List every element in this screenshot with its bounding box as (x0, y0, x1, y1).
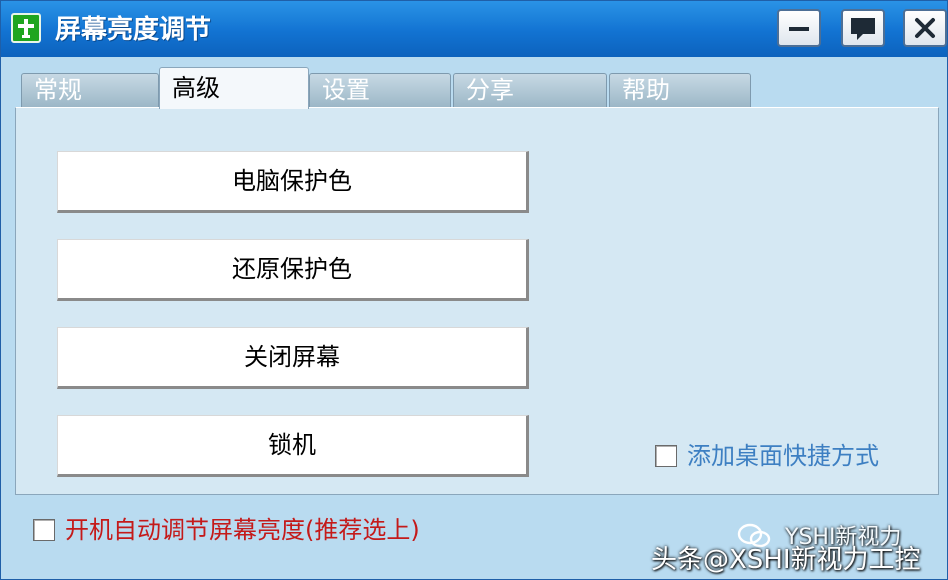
window-title: 屏幕亮度调节 (55, 15, 212, 45)
tab-label: 设置 (322, 76, 370, 104)
tab-label: 帮助 (622, 76, 670, 104)
tab-advanced[interactable]: 高级 (159, 67, 309, 109)
tab-label: 分享 (466, 76, 514, 104)
lock-computer-button[interactable]: 锁机 (57, 415, 529, 477)
close-button[interactable] (903, 9, 947, 47)
turn-off-screen-button[interactable]: 关闭屏幕 (57, 327, 529, 389)
tab-label: 常规 (34, 76, 82, 104)
tab-label: 高级 (172, 74, 220, 102)
minimize-icon (789, 27, 809, 31)
eye-protection-color-button[interactable]: 电脑保护色 (57, 151, 529, 213)
autostart-checkbox[interactable] (33, 519, 55, 541)
title-bar[interactable]: 屏幕亮度调节 (1, 1, 947, 57)
minimize-button[interactable] (777, 9, 821, 47)
autostart-label[interactable]: 开机自动调节屏幕亮度(推荐选上) (65, 515, 420, 545)
chat-bubble-icon (851, 18, 875, 40)
app-cross-icon (11, 13, 41, 43)
tab-general[interactable]: 常规 (21, 73, 159, 107)
watermark-source: 头条@XSHI新视力工控 (651, 545, 921, 575)
app-window: 屏幕亮度调节 常规 高级 设置 分享 帮助 电脑保护色 还原保护色 关闭屏幕 锁… (0, 0, 948, 580)
desktop-shortcut-label[interactable]: 添加桌面快捷方式 (687, 441, 879, 471)
restore-color-button[interactable]: 还原保护色 (57, 239, 529, 301)
feedback-button[interactable] (841, 9, 885, 47)
tab-share[interactable]: 分享 (453, 73, 607, 107)
tab-help[interactable]: 帮助 (609, 73, 751, 107)
desktop-shortcut-checkbox[interactable] (655, 445, 677, 467)
tab-settings[interactable]: 设置 (309, 73, 451, 107)
close-x-icon (915, 18, 935, 38)
